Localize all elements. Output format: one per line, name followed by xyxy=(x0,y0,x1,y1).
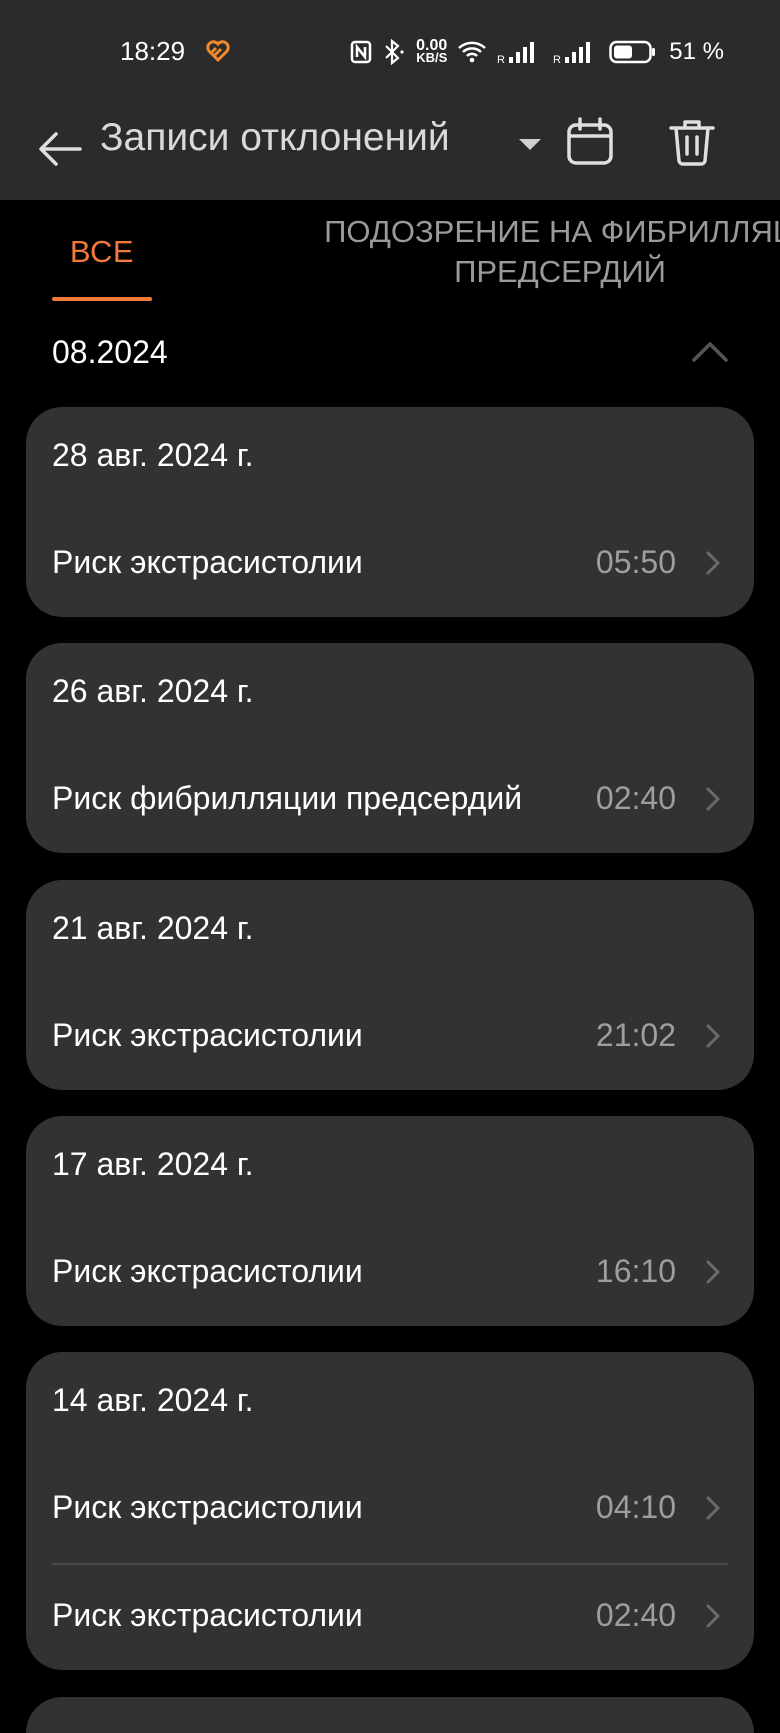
record-time: 02:40 xyxy=(595,1597,676,1633)
battery-percent: 51 % xyxy=(669,38,724,65)
entry-divider xyxy=(52,1563,728,1565)
signal-icon-sim2: R xyxy=(553,42,591,65)
wifi-icon xyxy=(458,41,487,63)
record-card: 14 авг. 2024 г. Риск экстрасистолии 04:1… xyxy=(26,1352,754,1670)
record-time: 02:40 xyxy=(595,780,676,816)
back-arrow-icon[interactable] xyxy=(36,124,86,174)
battery-icon xyxy=(609,40,656,64)
dropdown-icon[interactable] xyxy=(515,128,545,158)
roaming-label: R xyxy=(497,54,505,65)
chevron-up-icon[interactable] xyxy=(690,336,730,366)
calendar-icon[interactable] xyxy=(562,114,618,170)
record-time: 21:02 xyxy=(595,1017,676,1053)
record-card: 28 авг. 2024 г. Риск экстрасистолии 05:5… xyxy=(26,407,754,617)
record-entry[interactable]: Риск экстрасистолии 02:40 xyxy=(52,1581,728,1651)
trash-icon[interactable] xyxy=(664,114,720,170)
chevron-right-icon xyxy=(706,1024,720,1048)
chevron-right-icon xyxy=(706,1496,720,1520)
month-group-header[interactable]: 08.2024 xyxy=(0,320,780,390)
signal-icon-sim1: R xyxy=(497,42,535,65)
health-app-icon xyxy=(206,40,230,62)
record-time: 05:50 xyxy=(595,544,676,580)
record-label: Риск экстрасистолии xyxy=(52,1597,363,1633)
filter-tabs: ВСЕ ПОДОЗРЕНИЕ НА ФИБРИЛЛЯЦ ПРЕДСЕРДИЙ xyxy=(0,200,780,310)
record-card xyxy=(26,1697,754,1733)
bluetooth-icon xyxy=(385,39,404,65)
record-entry[interactable]: Риск фибрилляции предсердий 02:40 xyxy=(52,764,728,834)
chevron-right-icon xyxy=(706,551,720,575)
active-tab-indicator xyxy=(52,297,152,301)
record-entry[interactable]: Риск экстрасистолии 04:10 xyxy=(52,1473,728,1543)
record-time: 04:10 xyxy=(595,1489,676,1525)
record-date: 28 авг. 2024 г. xyxy=(52,437,254,473)
tab-atrial-fibrillation[interactable]: ПОДОЗРЕНИЕ НА ФИБРИЛЛЯЦ ПРЕДСЕРДИЙ xyxy=(270,212,780,292)
page-title[interactable]: Записи отклонений xyxy=(100,116,450,160)
record-card: 26 авг. 2024 г. Риск фибрилляции предсер… xyxy=(26,643,754,853)
status-icons: 0.00 KB/S R R 51 % xyxy=(350,34,724,70)
tab-all[interactable]: ВСЕ xyxy=(52,234,152,270)
record-label: Риск фибрилляции предсердий xyxy=(52,780,523,816)
status-bar: 18:29 0.00 KB/S R R 51 % xyxy=(0,0,780,100)
record-label: Риск экстрасистолии xyxy=(52,544,363,580)
record-date: 26 авг. 2024 г. xyxy=(52,673,254,709)
record-card: 17 авг. 2024 г. Риск экстрасистолии 16:1… xyxy=(26,1116,754,1326)
record-label: Риск экстрасистолии xyxy=(52,1489,363,1525)
record-time: 16:10 xyxy=(595,1253,676,1289)
app-bar: Записи отклонений xyxy=(0,100,780,200)
roaming-label: R xyxy=(553,54,561,65)
record-date: 21 авг. 2024 г. xyxy=(52,910,254,946)
month-label: 08.2024 xyxy=(52,334,168,370)
chevron-right-icon xyxy=(706,787,720,811)
chevron-right-icon xyxy=(706,1604,720,1628)
record-card: 21 авг. 2024 г. Риск экстрасистолии 21:0… xyxy=(26,880,754,1090)
record-date: 17 авг. 2024 г. xyxy=(52,1146,254,1182)
record-date: 14 авг. 2024 г. xyxy=(52,1382,254,1418)
record-entry[interactable]: Риск экстрасистолии 16:10 xyxy=(52,1237,728,1307)
status-time: 18:29 xyxy=(120,36,186,66)
nfc-icon xyxy=(350,40,372,64)
record-label: Риск экстрасистолии xyxy=(52,1017,363,1053)
record-entry[interactable]: Риск экстрасистолии 05:50 xyxy=(52,528,728,598)
record-label: Риск экстрасистолии xyxy=(52,1253,363,1289)
record-entry[interactable]: Риск экстрасистолии 21:02 xyxy=(52,1001,728,1071)
chevron-right-icon xyxy=(706,1260,720,1284)
network-speed: 0.00 KB/S xyxy=(416,37,448,65)
